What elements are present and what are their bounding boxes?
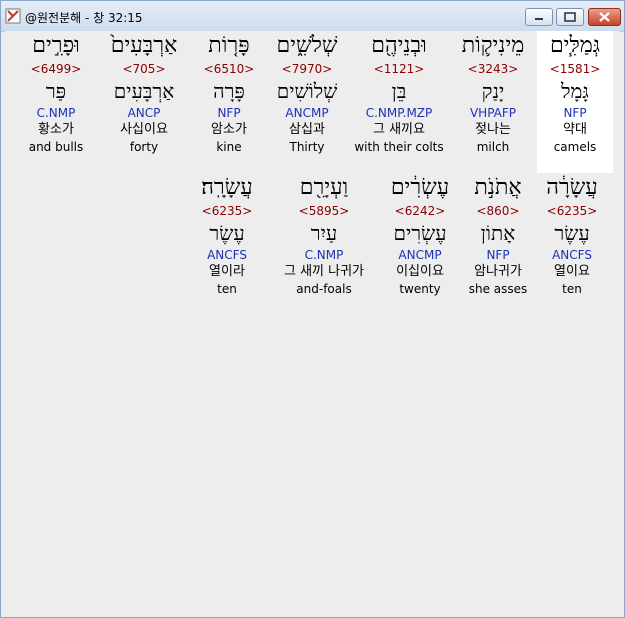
lexical-form: עַיִר (310, 221, 338, 245)
hebrew-word: שְׁלֹשִׁ֑ים (276, 33, 338, 58)
hebrew-word: עֶשְׂרִ֔ים (390, 175, 450, 200)
lexical-form: אַרְבָּעִים (113, 79, 175, 103)
english-gloss: ten (562, 282, 582, 296)
word-cell[interactable]: אֲתֹנֹ֣ת <860> אָתוֹן NFP 암나귀가 she asses (463, 173, 533, 297)
parsing-code: NFP (563, 106, 587, 120)
title-bar[interactable]: @원전분해 - 창 32:15 (1, 1, 624, 32)
hebrew-word: פָּר֤וֹת (208, 33, 250, 58)
window-title: @원전분해 - 창 32:15 (25, 11, 143, 25)
english-gloss: Thirty (289, 140, 325, 154)
hebrew-word: מֵינִיק֛וֹת (461, 33, 525, 58)
maximize-button[interactable] (556, 8, 584, 26)
hebrew-word: וּבְנֵיהֶ֖ם (371, 33, 427, 58)
english-gloss: she asses (468, 282, 528, 296)
lexical-form: בֵּן (391, 79, 407, 103)
parsing-code: ANCMP (285, 106, 329, 120)
parsing-code: C.NMP (36, 106, 76, 120)
hebrew-word: אַרְבָּעִים֙ (110, 33, 178, 58)
hebrew-word: אֲתֹנֹ֣ת (474, 175, 522, 200)
korean-gloss: 암나귀가 (474, 264, 522, 279)
korean-gloss: 젖나는 (475, 122, 511, 137)
word-cell[interactable]: וּבְנֵיהֶ֖ם <1121> בֵּן C.NMP.MZP 그 새끼요 … (351, 31, 447, 155)
lexical-form: פָּרָה (213, 79, 245, 103)
strong-number[interactable]: <6242> (381, 203, 459, 219)
strong-number[interactable]: <705> (99, 61, 189, 77)
english-gloss: and bulls (28, 140, 84, 154)
close-button[interactable] (588, 8, 621, 26)
word-cell[interactable]: עֶשְׂרִ֔ים <6242> עֶשְׂרִים ANCMP 이십이요 t… (381, 173, 459, 297)
word-cell[interactable]: וּפָרִ֣ים <6499> פַּר C.NMP 황소가 and bull… (19, 31, 93, 155)
lexical-form: עֶשְׂרִים (393, 221, 447, 245)
word-cell[interactable]: פָּר֤וֹת <6510> פָּרָה NFP 암소가 kine (195, 31, 263, 155)
lexical-form: גָּמָל (561, 79, 589, 103)
strong-number[interactable]: <6235> (537, 203, 607, 219)
hebrew-word: גְּמַלִּ֧ים (549, 33, 601, 58)
korean-gloss: 열이요 (554, 264, 590, 279)
hebrew-word: עֲשָׂרָ֔ה (546, 175, 598, 200)
strong-number[interactable]: <6510> (195, 61, 263, 77)
parsing-code: ANCFS (207, 248, 247, 262)
lexical-form: יָנַק (481, 79, 505, 103)
word-cell[interactable]: וַעְיָרִ֖ם <5895> עַיִר C.NMP 그 새끼 나귀가 a… (271, 173, 377, 297)
english-gloss: milch (476, 140, 510, 154)
lexical-form: פַּר (45, 79, 67, 103)
korean-gloss: 사십이요 (120, 122, 168, 137)
english-gloss: twenty (399, 282, 441, 296)
strong-number[interactable]: <1581> (537, 61, 613, 77)
korean-gloss: 이십이요 (396, 264, 444, 279)
word-cell[interactable]: עֲשָׂרָֽה׃ <6235> עֶשֶׂר ANCFS 열이라 ten (191, 173, 263, 297)
strong-number[interactable]: <3243> (453, 61, 533, 77)
lexical-form: עֶשֶׂר (209, 221, 245, 245)
lexical-form: אָתוֹן (480, 221, 516, 245)
lexical-form: שְׁלוֹשִׁים (276, 79, 338, 103)
parsing-code: ANCFS (552, 248, 592, 262)
hebrew-word: וַעְיָרִ֖ם (299, 175, 349, 200)
english-gloss: ten (217, 282, 237, 296)
word-cell[interactable]: שְׁלֹשִׁ֑ים <7970> שְׁלוֹשִׁים ANCMP 삼십과… (267, 31, 347, 155)
word-cell[interactable]: מֵינִיק֛וֹת <3243> יָנַק VHPAFP 젖나는 milc… (453, 31, 533, 155)
strong-number[interactable]: <6499> (19, 61, 93, 77)
korean-gloss: 그 새끼 나귀가 (283, 264, 365, 279)
korean-gloss: 황소가 (38, 122, 74, 137)
app-icon (5, 8, 21, 24)
interlinear-panel: גְּמַלִּ֧ים <1581> גָּמָל NFP 약대 camels … (5, 31, 620, 613)
english-gloss: camels (553, 140, 597, 154)
strong-number[interactable]: <1121> (351, 61, 447, 77)
parsing-code: ANCMP (398, 248, 442, 262)
korean-gloss: 약대 (563, 122, 587, 137)
word-cell[interactable]: אַרְבָּעִים֙ <705> אַרְבָּעִים ANCP 사십이요… (99, 31, 189, 155)
english-gloss: kine (216, 140, 242, 154)
strong-number[interactable]: <5895> (271, 203, 377, 219)
parsing-code: VHPAFP (469, 106, 517, 120)
parsing-code: ANCP (127, 106, 161, 120)
hebrew-word: וּפָרִ֣ים (32, 33, 80, 58)
hebrew-word: עֲשָׂרָֽה׃ (201, 175, 253, 200)
korean-gloss: 열이라 (209, 264, 245, 279)
english-gloss: with their colts (354, 140, 444, 154)
minimize-button[interactable] (525, 8, 553, 26)
word-cell[interactable]: עֲשָׂרָ֔ה <6235> עֶשֶׂר ANCFS 열이요 ten (537, 173, 607, 297)
parsing-code: C.NMP (304, 248, 344, 262)
strong-number[interactable]: <860> (463, 203, 533, 219)
parsing-code: C.NMP.MZP (365, 106, 433, 120)
korean-gloss: 암소가 (211, 122, 247, 137)
korean-gloss: 그 새끼요 (373, 122, 425, 137)
korean-gloss: 삼십과 (289, 122, 325, 137)
english-gloss: forty (129, 140, 159, 154)
parsing-code: NFP (486, 248, 510, 262)
english-gloss: and-foals (296, 282, 352, 296)
lexical-form: עֶשֶׂר (554, 221, 590, 245)
strong-number[interactable]: <7970> (267, 61, 347, 77)
parsing-code: NFP (217, 106, 241, 120)
app-window: @원전분해 - 창 32:15 גְּמַלִּ֧ים <1581> גָּמָ… (0, 0, 625, 618)
word-cell[interactable]: גְּמַלִּ֧ים <1581> גָּמָל NFP 약대 camels (537, 31, 613, 173)
strong-number[interactable]: <6235> (191, 203, 263, 219)
